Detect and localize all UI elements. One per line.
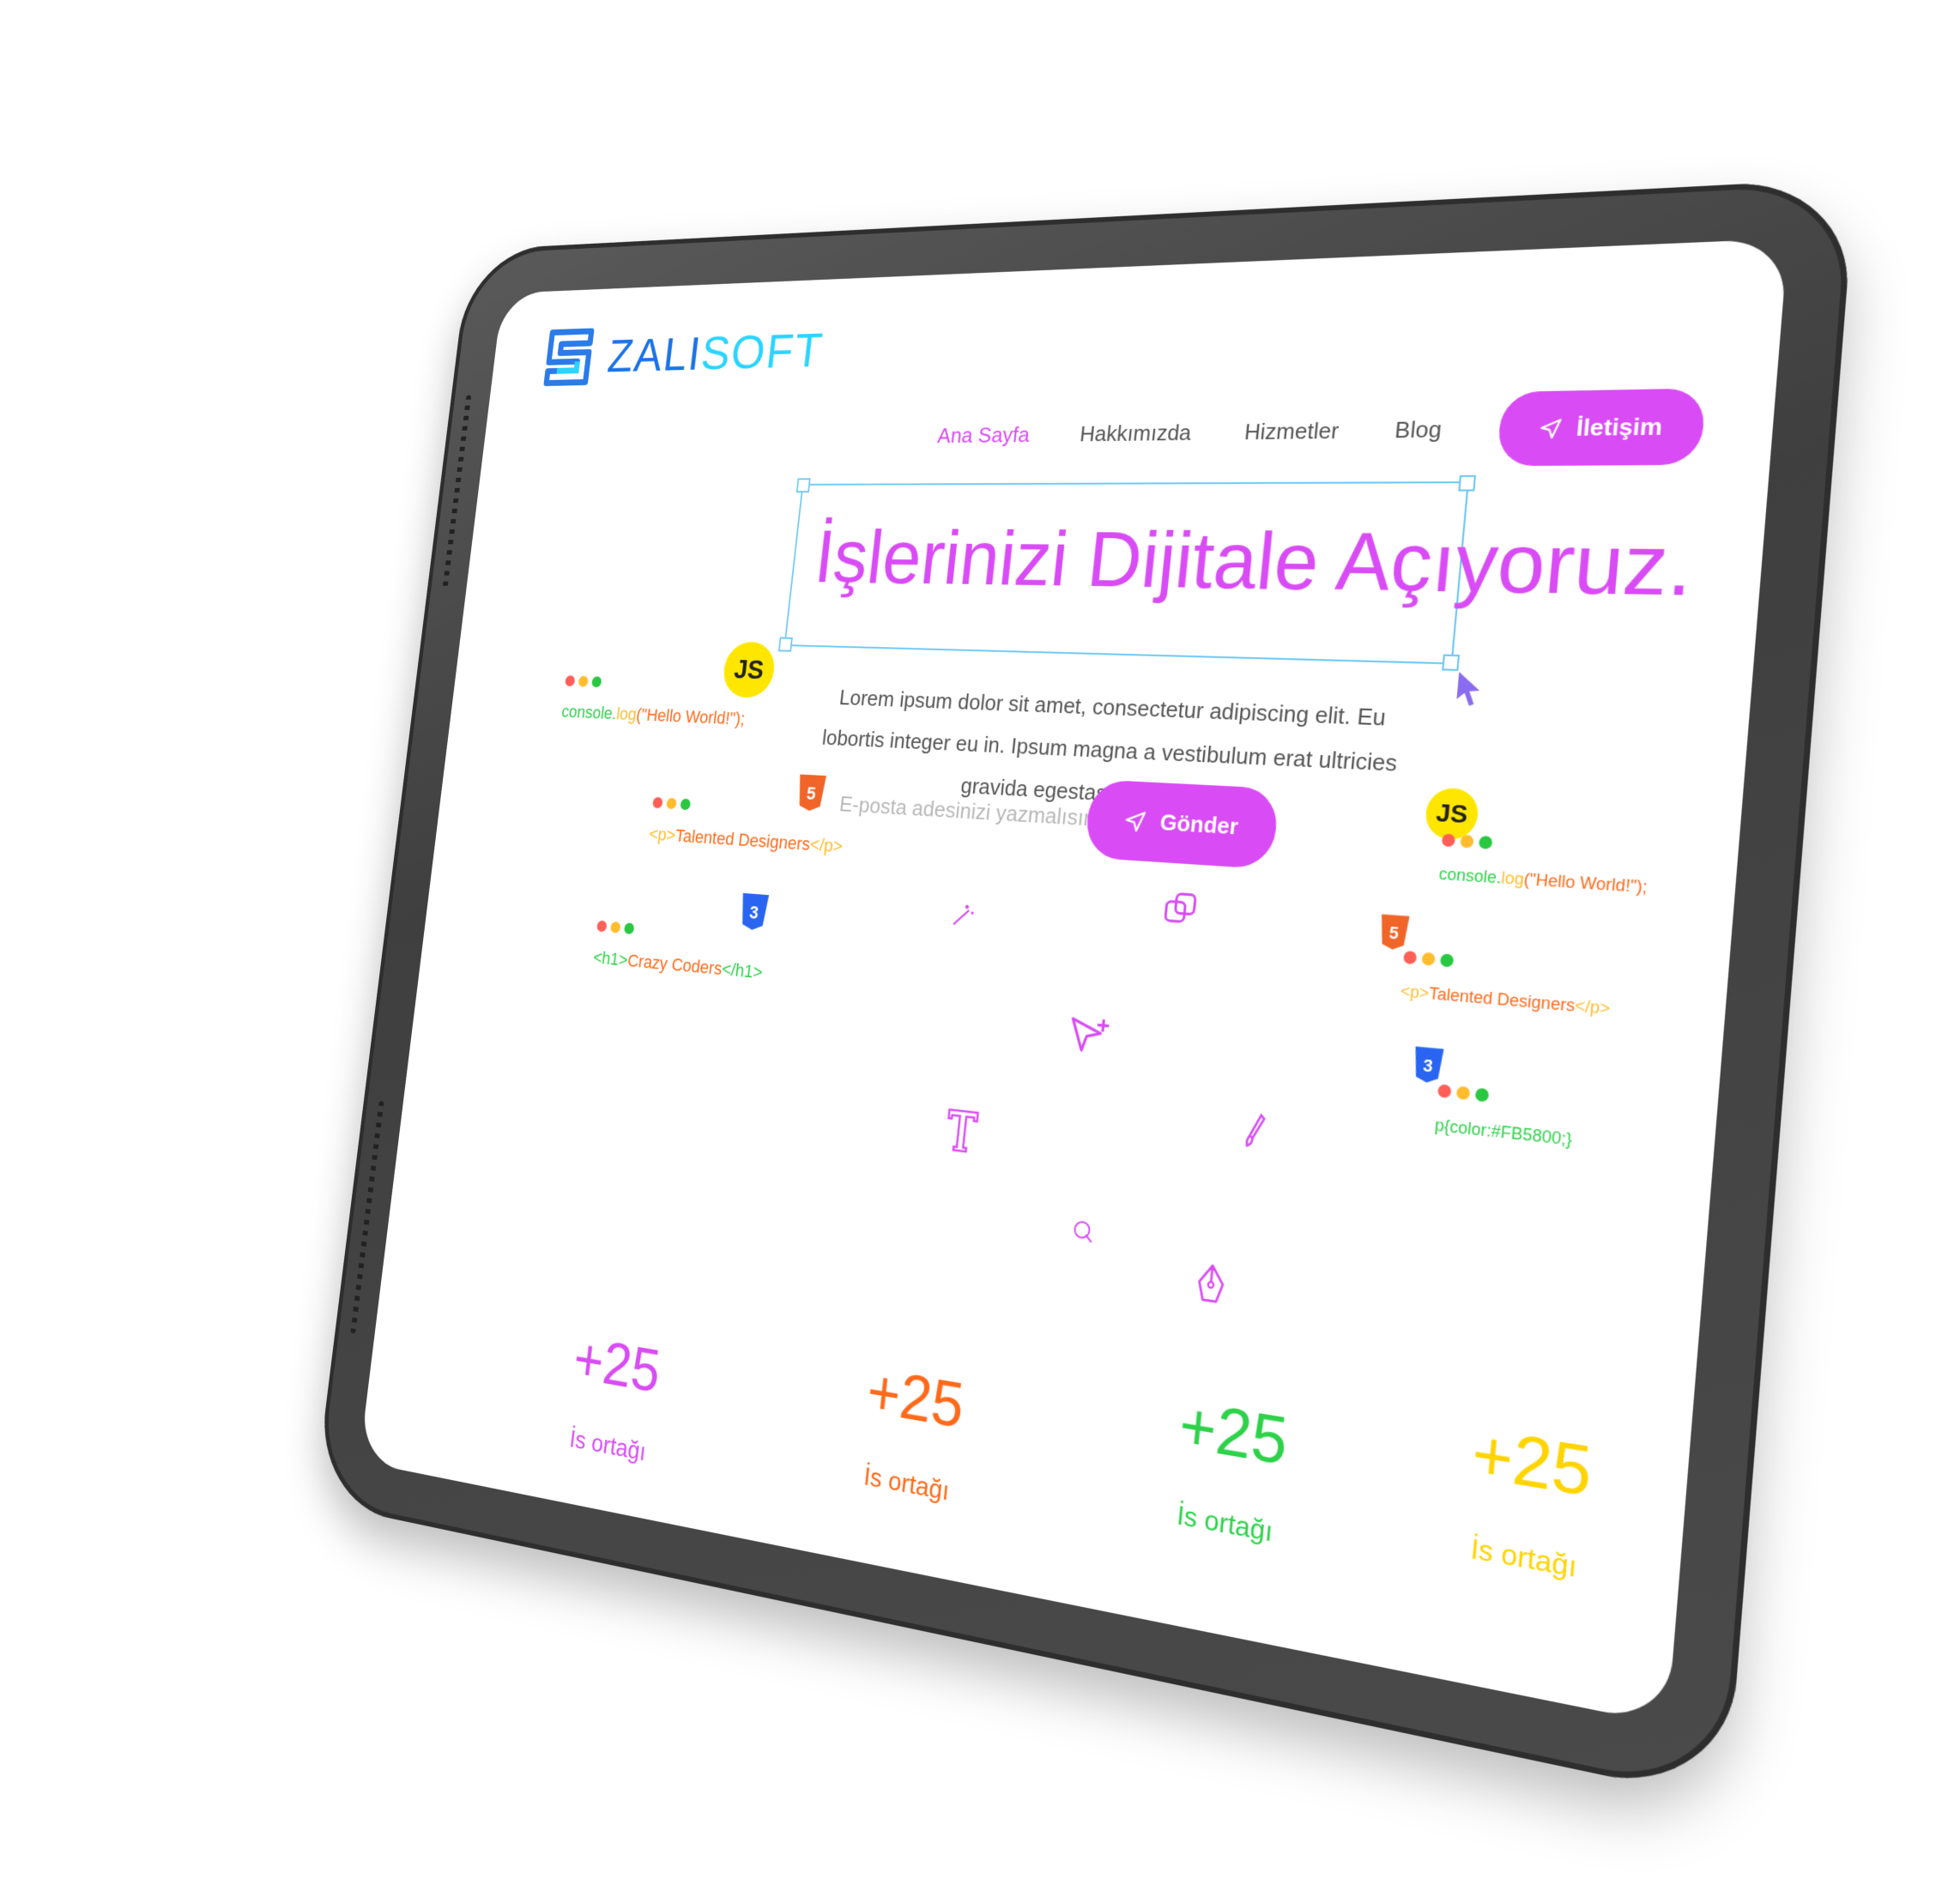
stat-partners-1: +25 İs ortağı [563, 1325, 663, 1469]
code-tag-close: </h1> [721, 958, 764, 982]
stat-value: +25 [1176, 1387, 1291, 1481]
window-dots [1442, 834, 1651, 859]
code-console-args: ("Hello World!"); [1523, 870, 1648, 897]
window-dots [565, 675, 749, 692]
dot-green [1475, 1088, 1490, 1103]
stat-partners-4: +25 İs ortağı [1462, 1414, 1594, 1586]
send-icon [1122, 808, 1148, 834]
stat-value: +25 [1469, 1414, 1595, 1513]
logo-text-accent: SOFT [699, 323, 826, 380]
stat-label: İs ortağı [563, 1424, 652, 1469]
code-console-prefix: console. [1438, 865, 1503, 887]
dot-red [1442, 834, 1455, 848]
nav-item-blog[interactable]: Blog [1394, 416, 1443, 444]
logo-wordmark: ZALISOFT [605, 322, 826, 383]
contact-button-label: İletişim [1575, 413, 1663, 442]
code-console-method: log [615, 704, 638, 724]
css3-icon: 3 [1411, 1044, 1446, 1086]
selection-handle [778, 637, 793, 652]
stat-label: İs ortağı [857, 1461, 957, 1508]
dot-yellow [578, 676, 589, 687]
html5-icon: 5 [1376, 912, 1411, 952]
main-nav: Ana Sayfa Hakkımızda Hizmetler Blog İlet… [934, 388, 1706, 469]
code-snippet-css-right: p{color:#FB5800;} [1434, 1084, 1576, 1150]
speaker-grille-top [443, 396, 472, 588]
tablet-frame: ZALISOFT Ana Sayfa Hakkımızda Hizmetler … [314, 178, 1856, 1802]
color-drop-icon [1069, 1216, 1097, 1246]
code-paragraph-text: Talented Designers [1428, 984, 1576, 1015]
nav-item-home[interactable]: Ana Sayfa [936, 422, 1031, 449]
code-snippet-paragraph: <p>Talented Designers</p> [648, 797, 847, 858]
dot-yellow [1421, 952, 1435, 966]
magic-wand-icon [948, 898, 979, 931]
code-css-rule: p{color:#FB5800;} [1434, 1115, 1573, 1149]
code-tag-close: </p> [809, 834, 844, 856]
code-snippet-paragraph-right: <p>Talented Designers</p> [1400, 951, 1613, 1019]
pen-tool-icon [1191, 1260, 1231, 1310]
dot-red [1403, 951, 1417, 964]
submit-button[interactable]: Gönder [1084, 779, 1280, 869]
code-tag-open: <p> [648, 824, 676, 845]
dot-green [624, 922, 635, 934]
cursor-plus-icon [1063, 1012, 1114, 1065]
site-logo[interactable]: ZALISOFT [542, 318, 827, 388]
code-snippet-console-right: console.log("Hello World!"); [1438, 834, 1651, 897]
selection-handle [1442, 655, 1460, 671]
hero-title: İşlerinizi Dijitale Açıyoruz. [811, 516, 1697, 616]
dot-yellow [666, 798, 677, 810]
code-console-args: ("Hello World!"); [635, 704, 746, 728]
svg-text:5: 5 [1388, 923, 1400, 943]
code-tag-open: <p> [1400, 982, 1430, 1002]
dot-yellow [1456, 1086, 1471, 1101]
code-tag-close: </p> [1574, 996, 1611, 1018]
dot-green [1440, 953, 1454, 967]
window-dots [1437, 1084, 1576, 1110]
code-console-prefix: console. [560, 702, 618, 723]
code-snippet-console: console.log("Hello World!"); [560, 675, 749, 729]
web-page-screen: ZALISOFT Ana Sayfa Hakkımızda Hizmetler … [359, 239, 1788, 1725]
overlap-icon [1160, 888, 1201, 929]
dot-green [680, 799, 691, 811]
dot-yellow [1460, 835, 1473, 849]
dot-red [596, 921, 608, 933]
dot-green [591, 676, 602, 687]
device-mockup-scene: ZALISOFT Ana Sayfa Hakkımızda Hizmetler … [0, 0, 1960, 1891]
nav-item-about[interactable]: Hakkımızda [1079, 420, 1193, 447]
dot-yellow [610, 921, 621, 933]
stat-value: +25 [864, 1356, 968, 1443]
dot-green [1479, 836, 1493, 849]
stat-label: İs ortağı [1170, 1499, 1280, 1550]
submit-button-label: Gönder [1158, 809, 1239, 841]
stat-label: İs ortağı [1462, 1532, 1584, 1586]
mouse-pointer-icon [1455, 670, 1485, 707]
js-badge: JS [1424, 787, 1480, 841]
svg-text:3: 3 [1422, 1055, 1433, 1076]
brush-icon [1242, 1110, 1272, 1153]
css3-icon: 3 [737, 891, 771, 933]
zalisoft-logo-icon [542, 326, 601, 387]
text-tool-icon [941, 1104, 983, 1157]
code-console-method: log [1501, 868, 1525, 888]
selection-handle [1458, 475, 1476, 492]
code-tag-open: <h1> [592, 947, 629, 970]
selection-handle [796, 478, 811, 492]
dot-red [652, 797, 663, 809]
code-paragraph-text: Talented Designers [675, 825, 812, 855]
window-dots [1403, 951, 1613, 980]
logo-text-main: ZALI [605, 327, 705, 382]
stat-partners-3: +25 İs ortağı [1170, 1387, 1292, 1550]
send-icon [1538, 416, 1564, 440]
stat-partners-2: +25 İs ortağı [857, 1356, 968, 1508]
contact-button[interactable]: İletişim [1497, 388, 1707, 466]
nav-item-services[interactable]: Hizmetler [1243, 418, 1340, 445]
code-heading-text: Crazy Coders [626, 950, 723, 978]
stat-value: +25 [571, 1325, 664, 1407]
dot-red [565, 675, 575, 686]
dot-red [1437, 1084, 1452, 1098]
